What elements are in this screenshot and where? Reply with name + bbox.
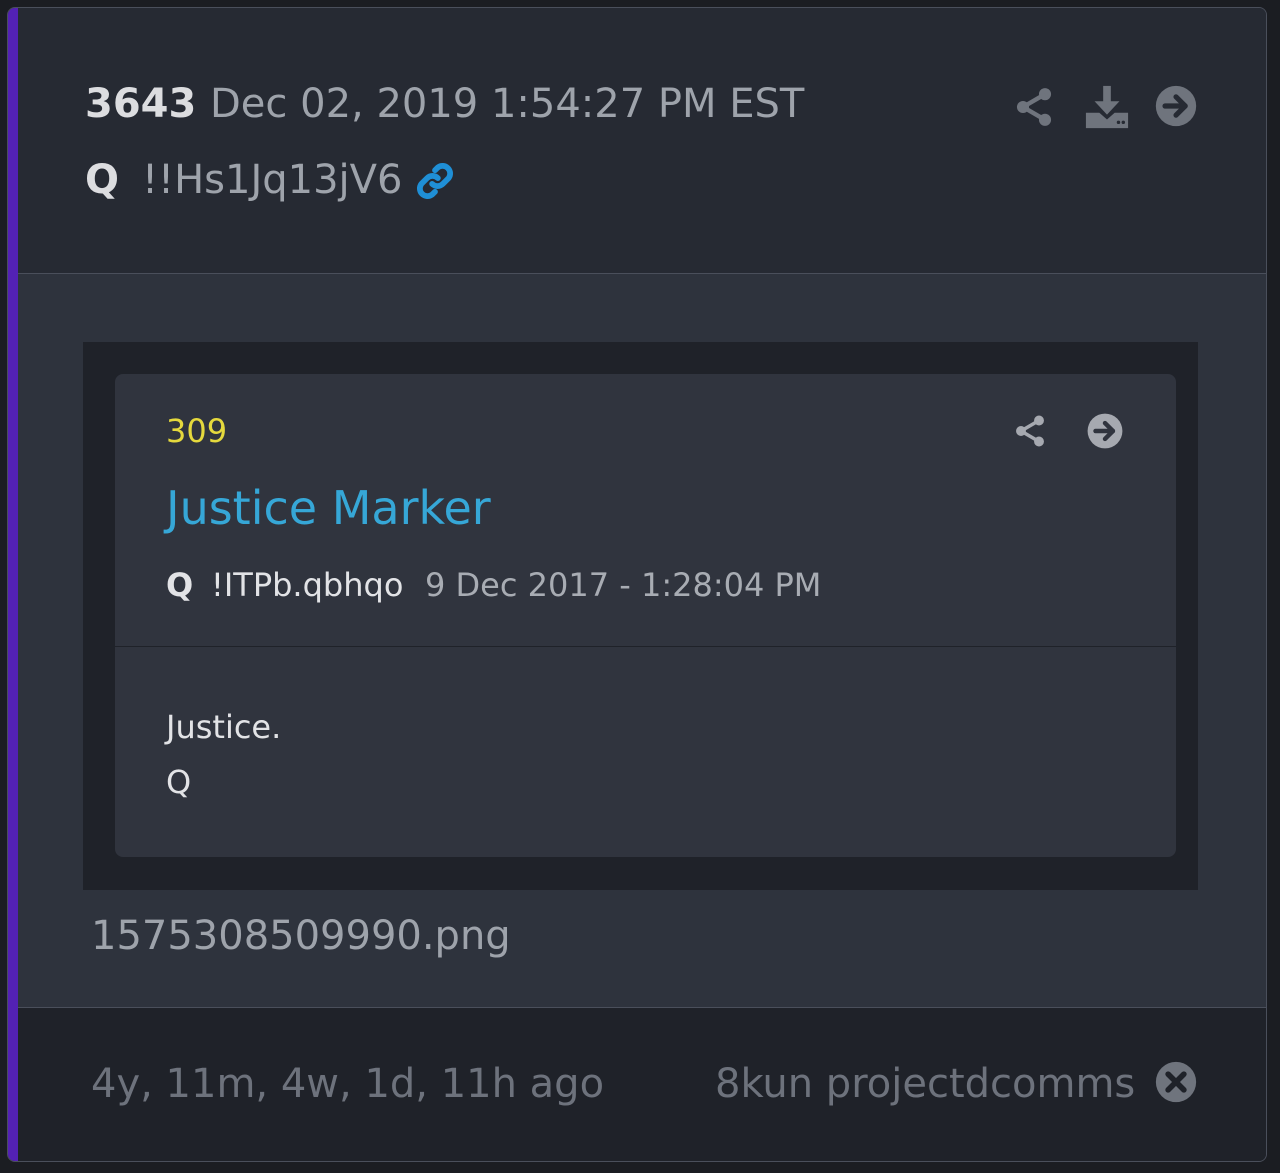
close-icon[interactable] — [1155, 1061, 1197, 1107]
share-icon[interactable] — [1012, 84, 1056, 134]
post-author: Q — [85, 157, 120, 203]
quoted-post-date: 9 Dec 2017 - 1:28:04 PM — [425, 566, 822, 604]
quoted-share-icon[interactable] — [1012, 412, 1048, 454]
elapsed-time: 4y, 11m, 4w, 1d, 11h ago — [91, 1061, 605, 1107]
quoted-post-divider — [115, 646, 1176, 647]
quoted-post-author: Q — [166, 566, 194, 604]
quoted-post-title[interactable]: Justice Marker — [166, 478, 491, 538]
post-body: 309 Justice Marker Q !ITPb.qbhqo 9 Dec 2… — [18, 274, 1266, 1007]
quoted-post-text: Justice. Q — [166, 700, 281, 810]
quoted-post-tripcode: !ITPb.qbhqo — [211, 566, 404, 604]
quoted-post-number[interactable]: 309 — [166, 410, 227, 452]
quoted-post-text-line: Q — [166, 763, 192, 801]
quoted-post: 309 Justice Marker Q !ITPb.qbhqo 9 Dec 2… — [115, 374, 1176, 857]
post-date: Dec 02, 2019 1:54:27 PM EST — [210, 81, 805, 127]
quoted-arrow-right-circle-icon[interactable] — [1086, 412, 1124, 454]
attachment-filename[interactable]: 1575308509990.png — [91, 910, 511, 962]
post-number[interactable]: 3643 — [85, 78, 196, 130]
post-card: 3643 Dec 02, 2019 1:54:27 PM EST Q !!Hs1… — [7, 7, 1267, 1162]
post-accent-bar — [8, 8, 18, 1161]
quoted-post-image[interactable]: 309 Justice Marker Q !ITPb.qbhqo 9 Dec 2… — [83, 342, 1198, 890]
link-icon[interactable] — [412, 158, 458, 208]
post-header: 3643 Dec 02, 2019 1:54:27 PM EST Q !!Hs1… — [18, 8, 1266, 274]
quoted-post-text-line: Justice. — [166, 708, 282, 746]
post-footer: 4y, 11m, 4w, 1d, 11h ago 8kun projectdco… — [18, 1007, 1266, 1161]
arrow-right-circle-icon[interactable] — [1154, 84, 1198, 132]
post-source: 8kun projectdcomms — [715, 1061, 1136, 1107]
download-icon[interactable] — [1084, 84, 1130, 134]
post-tripcode: !!Hs1Jq13jV6 — [142, 157, 403, 203]
